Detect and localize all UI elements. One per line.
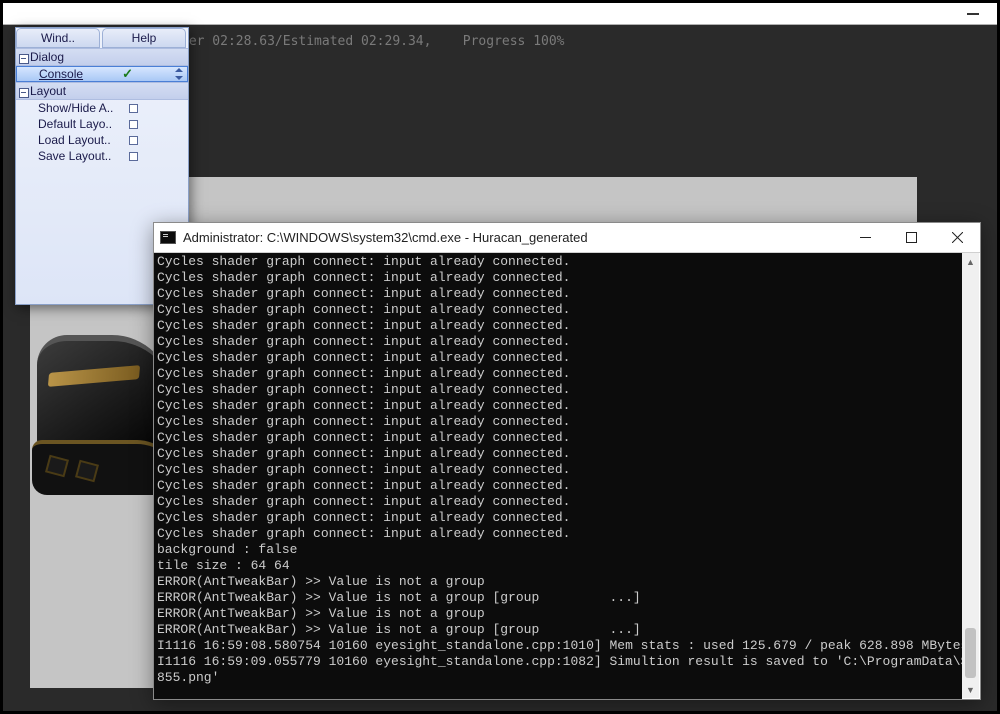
- checkbox-icon[interactable]: [129, 136, 138, 145]
- menu-item-load-layout[interactable]: Load Layout..: [16, 132, 188, 148]
- render-status-text: der 02:28.63/Estimated 02:29.34, Progres…: [181, 34, 565, 49]
- cmd-titlebar[interactable]: Administrator: C:\WINDOWS\system32\cmd.e…: [154, 223, 980, 253]
- checkbox-icon[interactable]: [129, 104, 138, 113]
- outer-titlebar: [3, 3, 997, 25]
- cmd-window: Administrator: C:\WINDOWS\system32\cmd.e…: [153, 222, 981, 700]
- menu-section-label: Layout: [30, 84, 66, 98]
- menu-item-label: Load Layout..: [38, 133, 111, 147]
- menu-item-console[interactable]: Console ✓: [16, 66, 188, 82]
- menu-item-save-layout[interactable]: Save Layout..: [16, 148, 188, 164]
- menu-section-layout[interactable]: Layout: [16, 82, 188, 100]
- scroll-up-arrow-icon[interactable]: ▲: [962, 253, 979, 270]
- menu-section-dialog[interactable]: Dialog: [16, 48, 188, 66]
- menu-item-label: Save Layout..: [38, 149, 111, 163]
- minimize-button[interactable]: [842, 223, 888, 252]
- close-icon: [952, 232, 963, 243]
- scroll-down-arrow-icon[interactable]: ▼: [962, 681, 979, 698]
- menu-item-label: Default Layo..: [38, 117, 112, 131]
- maximize-icon: [906, 232, 917, 243]
- maximize-button[interactable]: [888, 223, 934, 252]
- main-window: der 02:28.63/Estimated 02:29.34, Progres…: [3, 3, 997, 711]
- cmd-title-text: Administrator: C:\WINDOWS\system32\cmd.e…: [183, 230, 588, 245]
- menu-item-label: Console: [39, 67, 83, 81]
- cmd-output[interactable]: Cycles shader graph connect: input alrea…: [154, 253, 980, 699]
- close-button[interactable]: [934, 223, 980, 252]
- minimize-icon[interactable]: [967, 13, 979, 15]
- checkbox-icon[interactable]: [129, 152, 138, 161]
- cmd-icon: [160, 231, 176, 244]
- menu-tab-window[interactable]: Wind..: [16, 28, 100, 48]
- minimize-icon: [860, 232, 871, 243]
- checkbox-icon[interactable]: [129, 120, 138, 129]
- scroll-thumb[interactable]: [965, 628, 976, 678]
- menu-item-label: Show/Hide A..: [38, 101, 113, 115]
- menu-section-label: Dialog: [30, 50, 64, 64]
- cmd-scrollbar[interactable]: ▲ ▼: [962, 253, 979, 698]
- spinner-icon[interactable]: [174, 68, 185, 80]
- menu-item-show-hide[interactable]: Show/Hide A..: [16, 100, 188, 116]
- check-icon: ✓: [122, 66, 133, 82]
- menu-tab-help[interactable]: Help: [102, 28, 186, 48]
- menu-item-default-layout[interactable]: Default Layo..: [16, 116, 188, 132]
